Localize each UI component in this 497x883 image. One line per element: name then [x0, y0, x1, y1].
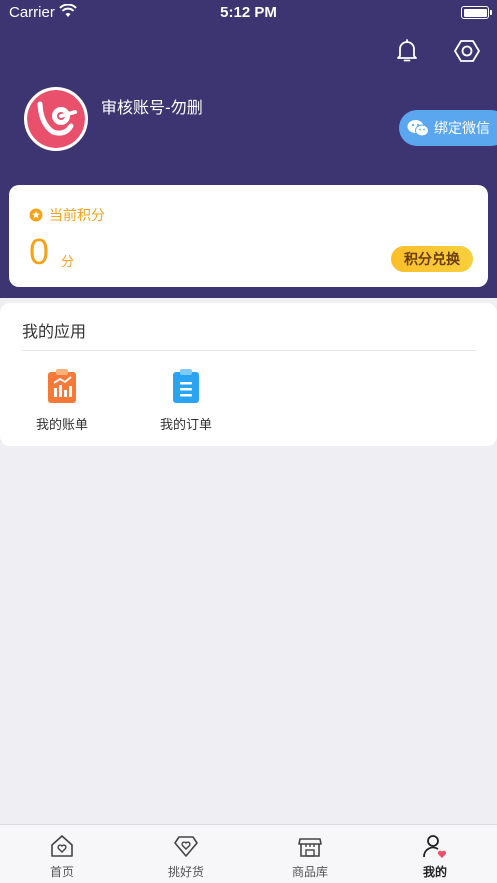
star-badge-icon — [29, 208, 43, 222]
username: 审核账号-勿删 — [101, 98, 203, 117]
user-icon — [423, 835, 447, 858]
diamond-icon — [174, 836, 198, 857]
home-icon — [51, 835, 73, 857]
profile-page: Carrier 5:12 PM 审核账号-勿删 绑定微信 当前积分 0 分 积分… — [0, 0, 497, 883]
bill-icon — [48, 369, 76, 403]
status-time: 5:12 PM — [220, 4, 277, 21]
tab-mine[interactable]: 我的 — [395, 833, 475, 880]
tab-label: 商品库 — [291, 865, 328, 879]
apps-card: 我的应用 我的账单 我的订单 — [0, 303, 497, 446]
status-bar: Carrier 5:12 PM — [0, 0, 497, 26]
tab-home[interactable]: 首页 — [22, 833, 102, 880]
avatar[interactable] — [24, 87, 88, 151]
tab-label: 挑好货 — [167, 865, 204, 879]
apps-title: 我的应用 — [22, 322, 87, 341]
tab-product-library[interactable]: 商品库 — [270, 833, 350, 880]
app-item-label: 我的订单 — [159, 418, 212, 433]
tab-bar: 首页 挑好货 商品库 我的 — [0, 824, 497, 883]
points-card: 当前积分 0 分 积分兑换 — [9, 185, 488, 287]
points-value: 0 — [29, 231, 50, 272]
points-unit: 分 — [61, 255, 75, 270]
points-title: 当前积分 — [29, 205, 105, 225]
tab-label: 我的 — [422, 865, 447, 879]
app-item-label: 我的账单 — [35, 418, 88, 433]
tab-label: 首页 — [49, 865, 74, 879]
app-item-bill[interactable]: 我的账单 — [17, 368, 107, 433]
points-title-label: 当前积分 — [49, 208, 105, 224]
settings-icon[interactable] — [454, 38, 480, 64]
wechat-icon — [407, 120, 429, 137]
tab-pick-goods[interactable]: 挑好货 — [146, 833, 226, 880]
points-exchange-button[interactable]: 积分兑换 — [391, 246, 473, 272]
battery-icon — [461, 6, 492, 19]
brand-logo-icon — [27, 90, 85, 148]
bind-wechat-label: 绑定微信 — [434, 121, 490, 137]
bind-wechat-button[interactable]: 绑定微信 — [399, 110, 497, 146]
divider — [22, 350, 476, 351]
store-icon — [298, 838, 322, 857]
app-item-order[interactable]: 我的订单 — [141, 368, 231, 433]
bell-icon[interactable] — [394, 38, 420, 64]
order-icon — [173, 369, 199, 403]
